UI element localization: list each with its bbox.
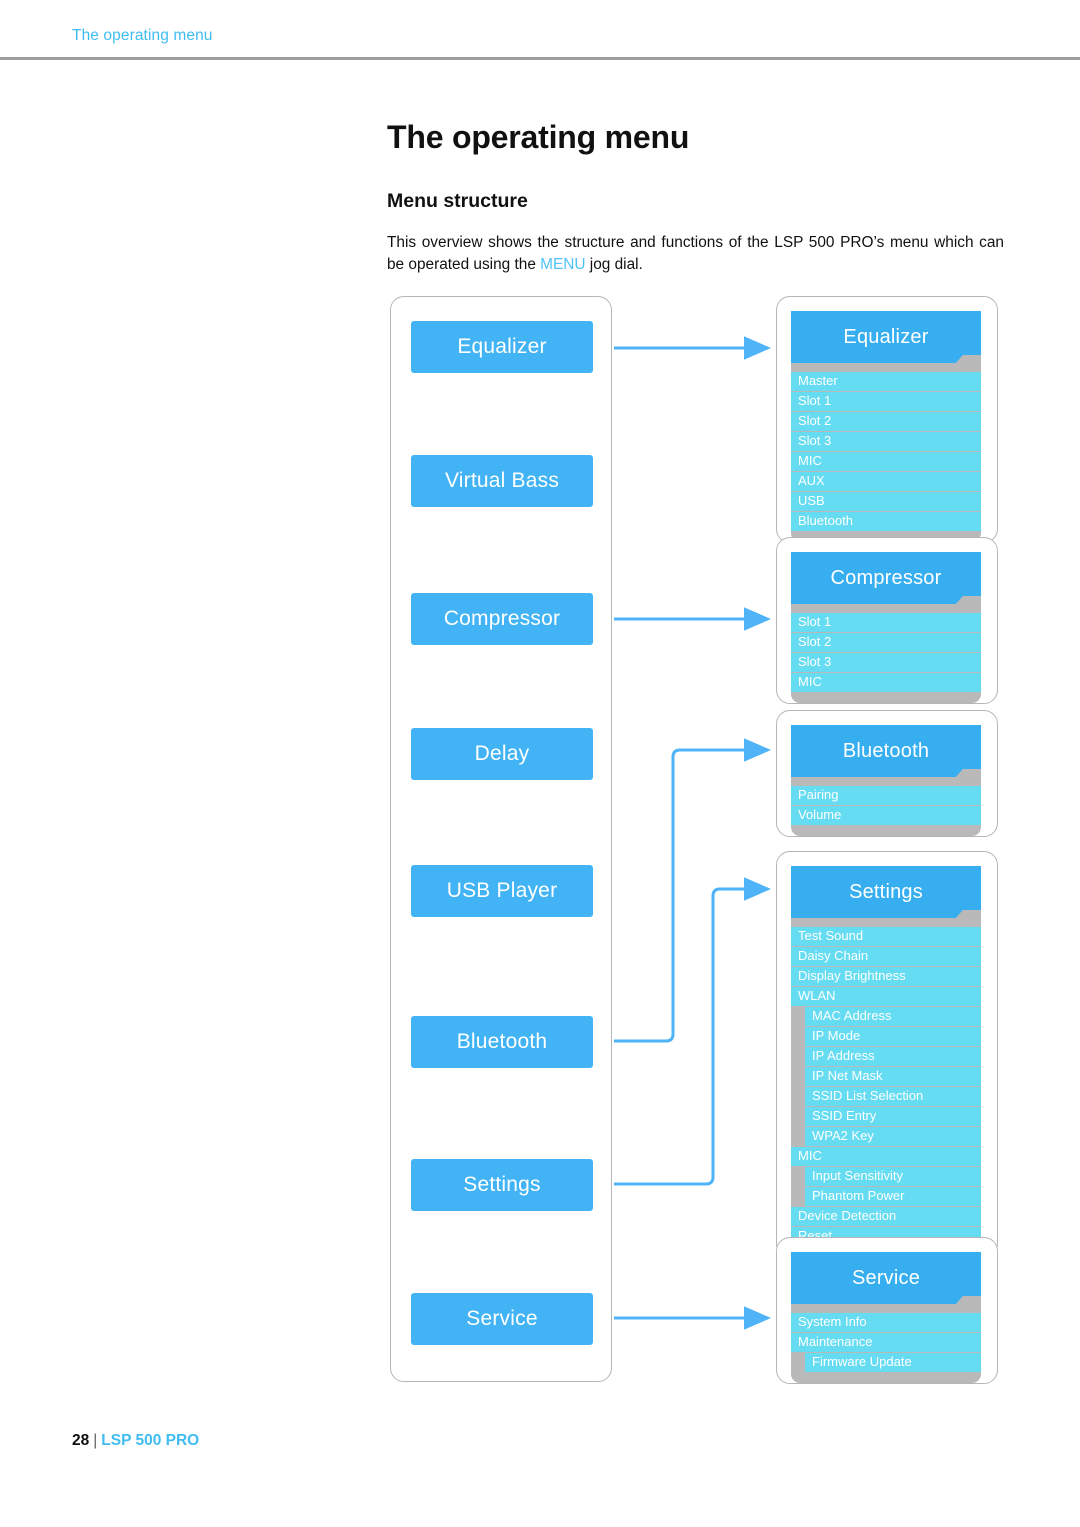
panel-title-settings: Settings [791, 866, 981, 918]
menu-item-mic[interactable]: MIC [791, 452, 981, 471]
menu-item-aux[interactable]: AUX [791, 472, 981, 491]
panel-item-list: Test Sound Daisy Chain Display Brightness W… [791, 927, 981, 1246]
panel-title-underbar [791, 604, 981, 613]
panel-item-list: Pairing Volume [791, 786, 981, 825]
menu-item-wlan[interactable]: WLAN [791, 987, 981, 1006]
panel-inner: Bluetooth Pairing Volume [791, 725, 981, 836]
menu-item-mic[interactable]: MIC [791, 673, 981, 692]
page-footer: 28 | LSP 500 PRO [72, 1432, 199, 1450]
panel-title-underbar [791, 918, 981, 927]
panel-title-equalizer: Equalizer [791, 311, 981, 363]
panel-item-list: Master Slot 1 Slot 2 Slot 3 MIC AUX USB Bluetoo… [791, 372, 981, 531]
menu-structure-diagram: Equalizer Virtual Bass Compressor Delay USB … [0, 0, 1080, 1527]
menu-item-phantom-power[interactable]: Phantom Power [805, 1187, 981, 1206]
menu-item-display-brightness[interactable]: Display Brightness [791, 967, 981, 986]
panel-inner: Equalizer Master Slot 1 Slot 2 Slot 3 MIC AUX U… [791, 311, 981, 542]
menu-item-maintenance[interactable]: Maintenance [791, 1333, 981, 1352]
menu-item-ip-net-mask[interactable]: IP Net Mask [805, 1067, 981, 1086]
menu-item-master[interactable]: Master [791, 372, 981, 391]
menu-item-test-sound[interactable]: Test Sound [791, 927, 981, 946]
menu-item-ssid-entry[interactable]: SSID Entry [805, 1107, 981, 1126]
panel-title-bluetooth: Bluetooth [791, 725, 981, 777]
flow-node-usb-player[interactable]: USB Player [411, 865, 593, 917]
submenu-panel-service: Service System Info Maintenance Firmware Up… [776, 1237, 998, 1384]
panel-item-list: Slot 1 Slot 2 Slot 3 MIC [791, 613, 981, 692]
menu-item-usb[interactable]: USB [791, 492, 981, 511]
submenu-panel-settings: Settings Test Sound Daisy Chain Display Bri… [776, 851, 998, 1258]
menu-item-mac-address[interactable]: MAC Address [805, 1007, 981, 1026]
flow-node-settings[interactable]: Settings [411, 1159, 593, 1211]
flow-node-virtual-bass[interactable]: Virtual Bass [411, 455, 593, 507]
panel-title-underbar [791, 777, 981, 786]
flow-node-bluetooth[interactable]: Bluetooth [411, 1016, 593, 1068]
footer-product-name: LSP 500 PRO [101, 1432, 200, 1449]
menu-item-ssid-list-selection[interactable]: SSID List Selection [805, 1087, 981, 1106]
menu-item-bluetooth[interactable]: Bluetooth [791, 512, 981, 531]
menu-item-mic[interactable]: MIC [791, 1147, 981, 1166]
panel-inner: Compressor Slot 1 Slot 2 Slot 3 MIC [791, 552, 981, 703]
menu-item-firmware-update[interactable]: Firmware Update [805, 1353, 981, 1372]
panel-inner: Settings Test Sound Daisy Chain Display Bri… [791, 866, 981, 1257]
menu-item-device-detection[interactable]: Device Detection [791, 1207, 981, 1226]
submenu-panel-bluetooth: Bluetooth Pairing Volume [776, 710, 998, 837]
menu-item-ip-address[interactable]: IP Address [805, 1047, 981, 1066]
flow-node-service[interactable]: Service [411, 1293, 593, 1345]
menu-item-wpa2-key[interactable]: WPA2 Key [805, 1127, 981, 1146]
panel-title-service: Service [791, 1252, 981, 1304]
menu-item-volume[interactable]: Volume [791, 806, 981, 825]
main-menu-flow-column: Equalizer Virtual Bass Compressor Delay USB … [390, 296, 612, 1382]
panel-title-compressor: Compressor [791, 552, 981, 604]
flow-node-compressor[interactable]: Compressor [411, 593, 593, 645]
panel-item-list: System Info Maintenance Firmware Update [791, 1313, 981, 1372]
menu-item-slot-1[interactable]: Slot 1 [791, 613, 981, 632]
menu-item-slot-1[interactable]: Slot 1 [791, 392, 981, 411]
panel-inner: Service System Info Maintenance Firmware Up… [791, 1252, 981, 1383]
menu-item-slot-2[interactable]: Slot 2 [791, 633, 981, 652]
submenu-panel-compressor: Compressor Slot 1 Slot 2 Slot 3 MIC [776, 537, 998, 704]
menu-item-pairing[interactable]: Pairing [791, 786, 981, 805]
menu-item-slot-2[interactable]: Slot 2 [791, 412, 981, 431]
menu-item-slot-3[interactable]: Slot 3 [791, 653, 981, 672]
flow-node-delay[interactable]: Delay [411, 728, 593, 780]
footer-separator: | [93, 1432, 98, 1449]
panel-title-underbar [791, 363, 981, 372]
menu-item-daisy-chain[interactable]: Daisy Chain [791, 947, 981, 966]
menu-item-system-info[interactable]: System Info [791, 1313, 981, 1332]
submenu-panel-equalizer: Equalizer Master Slot 1 Slot 2 Slot 3 MIC AUX U… [776, 296, 998, 543]
document-page: The operating menu The operating menu Me… [0, 0, 1080, 1527]
panel-title-underbar [791, 1304, 981, 1313]
menu-item-slot-3[interactable]: Slot 3 [791, 432, 981, 451]
footer-page-number: 28 [72, 1432, 90, 1449]
menu-item-ip-mode[interactable]: IP Mode [805, 1027, 981, 1046]
menu-item-input-sensitivity[interactable]: Input Sensitivity [805, 1167, 981, 1186]
flow-node-equalizer[interactable]: Equalizer [411, 321, 593, 373]
